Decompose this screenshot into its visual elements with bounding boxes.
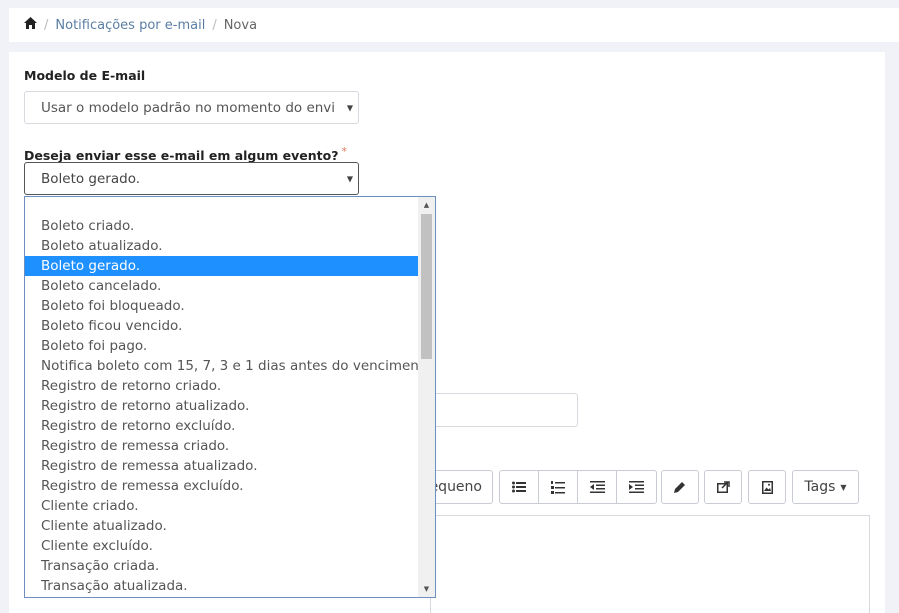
scrollbar-thumb[interactable]: [421, 214, 432, 359]
option-list: Boleto criado. Boleto atualizado. Boleto g…: [25, 216, 435, 596]
dropdown-option[interactable]: Boleto criado.: [25, 216, 419, 236]
dropdown-option[interactable]: Boleto foi bloqueado.: [25, 296, 419, 316]
caret-down-icon: ▼: [840, 482, 847, 492]
scroll-down-icon[interactable]: ▼: [418, 581, 435, 597]
breadcrumb-current: Nova: [223, 17, 258, 33]
caret-down-icon: ▼: [346, 174, 353, 183]
template-label: Modelo de E-mail: [24, 68, 146, 83]
ordered-list-icon: [551, 480, 565, 494]
home-icon[interactable]: [24, 17, 37, 33]
outdent-button[interactable]: [578, 471, 617, 503]
dropdown-option[interactable]: Transação atualizada.: [25, 576, 419, 596]
dropdown-option[interactable]: Registro de remessa excluído.: [25, 476, 419, 496]
dropdown-option[interactable]: Boleto atualizado.: [25, 236, 419, 256]
share-icon: [716, 481, 730, 493]
template-select-value: Usar o modelo padrão no momento do envi: [41, 99, 336, 116]
dropdown-option[interactable]: Transação criada.: [25, 556, 419, 576]
event-dropdown-list: Boleto criado. Boleto atualizado. Boleto g…: [24, 196, 436, 598]
font-size-label: equeno: [429, 479, 482, 495]
image-icon: [761, 480, 773, 494]
dropdown-option[interactable]: Cliente criado.: [25, 496, 419, 516]
caret-down-icon: ▼: [346, 103, 353, 112]
breadcrumb-link-notifications[interactable]: Notificações por e-mail: [55, 18, 205, 33]
dropdown-option[interactable]: Registro de retorno criado.: [25, 376, 419, 396]
indent-icon: [629, 481, 644, 493]
tags-label: Tags: [804, 479, 836, 495]
event-label: Deseja enviar esse e-mail em algum event…: [24, 145, 347, 163]
text-input[interactable]: [430, 393, 578, 427]
breadcrumb: / Notificações por e-mail / Nova: [9, 8, 899, 42]
breadcrumb-separator: /: [212, 17, 217, 33]
image-button[interactable]: [748, 470, 786, 504]
share-button[interactable]: [704, 470, 742, 504]
dropdown-option[interactable]: Boleto ficou vencido.: [25, 316, 419, 336]
dropdown-option[interactable]: Boleto foi pago.: [25, 336, 419, 356]
ordered-list-button[interactable]: [539, 471, 578, 503]
template-select[interactable]: Usar o modelo padrão no momento do envi …: [24, 91, 359, 124]
event-select-value: Boleto gerado.: [41, 170, 141, 187]
unordered-list-icon: [512, 481, 526, 493]
breadcrumb-separator: /: [44, 17, 49, 33]
edit-button[interactable]: [661, 470, 699, 504]
dropdown-option[interactable]: Registro de remessa criado.: [25, 436, 419, 456]
list-button-group: [499, 470, 657, 504]
dropdown-option[interactable]: Registro de remessa atualizado.: [25, 456, 419, 476]
pencil-icon: [674, 482, 685, 493]
unordered-list-button[interactable]: [500, 471, 539, 503]
dropdown-option[interactable]: Boleto cancelado.: [25, 276, 419, 296]
scrollbar[interactable]: ▲ ▼: [418, 197, 435, 597]
required-marker: *: [341, 145, 347, 158]
dropdown-option[interactable]: Boleto gerado.: [25, 256, 419, 276]
indent-button[interactable]: [617, 471, 656, 503]
dropdown-option[interactable]: Cliente excluído.: [25, 536, 419, 556]
dropdown-option[interactable]: Cliente atualizado.: [25, 516, 419, 536]
dropdown-option[interactable]: Notifica boleto com 15, 7, 3 e 1 dias an…: [25, 356, 435, 376]
tags-button[interactable]: Tags ▼: [792, 470, 859, 504]
email-body-editor[interactable]: [430, 515, 870, 613]
event-label-text: Deseja enviar esse e-mail em algum event…: [24, 148, 339, 164]
dropdown-option[interactable]: Registro de retorno excluído.: [25, 416, 419, 436]
outdent-icon: [589, 481, 605, 493]
dropdown-option[interactable]: Registro de retorno atualizado.: [25, 396, 419, 416]
event-select[interactable]: Boleto gerado. ▼: [24, 162, 359, 195]
scroll-up-icon[interactable]: ▲: [418, 197, 435, 213]
